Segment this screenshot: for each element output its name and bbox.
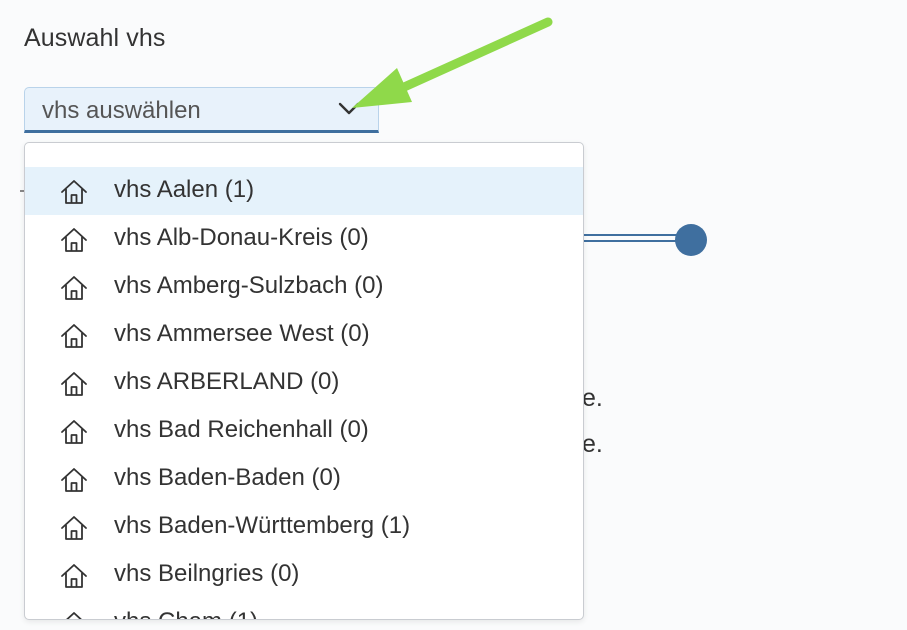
slider-thumb[interactable]	[675, 224, 707, 256]
dropdown-option-label: vhs Amberg-Sulzbach (0)	[114, 272, 384, 299]
home-icon	[59, 225, 89, 255]
dropdown-option-label: vhs Bad Reichenhall (0)	[114, 416, 369, 443]
dropdown-option-label: vhs Baden-Württemberg (1)	[114, 512, 411, 539]
dropdown-option-label: vhs Baden-Baden (0)	[114, 464, 341, 491]
dropdown-option-label: vhs Beilngries (0)	[114, 560, 300, 587]
home-icon	[59, 609, 89, 619]
dropdown-option-label: vhs Aalen (1)	[114, 176, 255, 203]
vhs-select-value: vhs auswählen	[42, 97, 201, 124]
dropdown-option[interactable]: vhs Cham (1)	[25, 599, 583, 619]
home-icon	[59, 177, 89, 207]
background-text-fragment: e.	[582, 384, 603, 412]
chevron-down-icon[interactable]	[338, 102, 360, 116]
dropdown-option[interactable]: vhs Amberg-Sulzbach (0)	[25, 263, 583, 311]
dropdown-option-label: vhs ARBERLAND (0)	[114, 368, 340, 395]
background-text-fragment: e.	[582, 430, 603, 458]
dropdown-options: vhs Aalen (1) vhs Alb-Donau-Kreis (0) vhs …	[25, 167, 583, 619]
vhs-dropdown-list[interactable]: vhs Aalen (1) vhs Alb-Donau-Kreis (0) vhs …	[24, 142, 584, 620]
section-title: Auswahl vhs	[24, 24, 166, 52]
dropdown-option[interactable]: vhs Beilngries (0)	[25, 551, 583, 599]
dropdown-option[interactable]: vhs Baden-Baden (0)	[25, 455, 583, 503]
dropdown-option-label: vhs Alb-Donau-Kreis (0)	[114, 224, 369, 251]
home-icon	[59, 465, 89, 495]
dropdown-option[interactable]: vhs Baden-Württemberg (1)	[25, 503, 583, 551]
home-icon	[59, 273, 89, 303]
vhs-select[interactable]: vhs auswählen	[24, 87, 379, 133]
dropdown-option[interactable]: vhs Ammersee West (0)	[25, 311, 583, 359]
home-icon	[59, 417, 89, 447]
home-icon	[59, 321, 89, 351]
dropdown-option[interactable]: vhs Aalen (1)	[25, 167, 583, 215]
dropdown-option-label: vhs Ammersee West (0)	[114, 320, 370, 347]
dropdown-option-label: vhs Cham (1)	[114, 608, 258, 619]
home-icon	[59, 369, 89, 399]
dropdown-option[interactable]: vhs ARBERLAND (0)	[25, 359, 583, 407]
dropdown-option[interactable]: vhs Bad Reichenhall (0)	[25, 407, 583, 455]
home-icon	[59, 513, 89, 543]
home-icon	[59, 561, 89, 591]
dropdown-option[interactable]: vhs Alb-Donau-Kreis (0)	[25, 215, 583, 263]
